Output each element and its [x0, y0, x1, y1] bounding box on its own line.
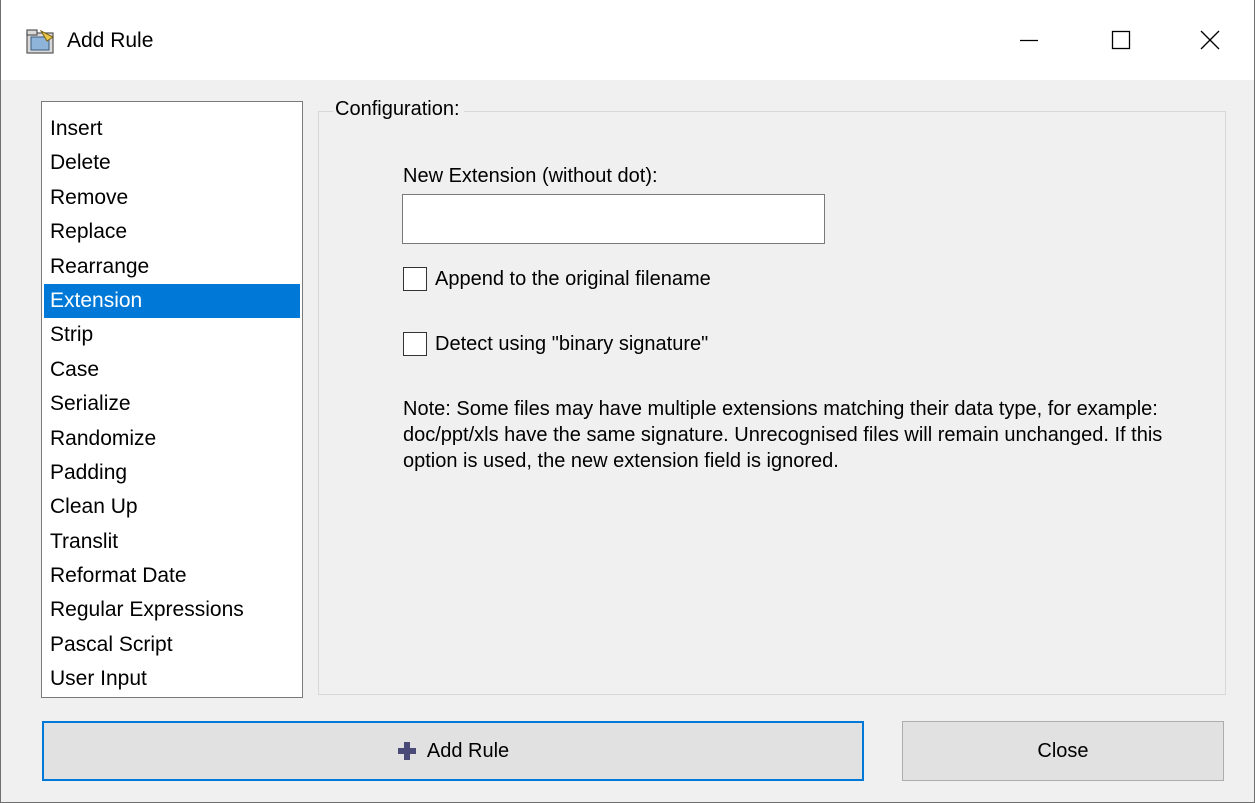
detect-signature-checkbox-label[interactable]: Detect using "binary signature" [435, 331, 708, 357]
close-button-label: Close [1037, 739, 1089, 762]
rule-type-list[interactable]: Insert Delete Remove Replace Rearrange Extens… [41, 101, 303, 698]
maximize-button[interactable] [1075, 0, 1167, 80]
append-checkbox[interactable] [403, 267, 427, 291]
new-extension-input[interactable] [402, 194, 825, 244]
rule-item-clean-up[interactable]: Clean Up [44, 490, 300, 524]
rule-item-strip[interactable]: Strip [44, 318, 300, 352]
rule-item-translit[interactable]: Translit [44, 525, 300, 559]
detect-signature-checkbox-row[interactable]: Detect using "binary signature" [403, 331, 708, 357]
rule-item-regular-expressions[interactable]: Regular Expressions [44, 593, 300, 627]
close-icon [1200, 30, 1220, 50]
rule-item-rearrange[interactable]: Rearrange [44, 250, 300, 284]
close-button[interactable]: Close [902, 721, 1224, 781]
note-text: Note: Some files may have multiple exten… [403, 398, 1163, 472]
configuration-legend: Configuration: [333, 96, 464, 122]
append-checkbox-label[interactable]: Append to the original filename [435, 266, 711, 292]
rule-item-randomize[interactable]: Randomize [44, 422, 300, 456]
minimize-button[interactable] [983, 0, 1075, 80]
rule-item-serialize[interactable]: Serialize [44, 387, 300, 421]
rule-item-remove[interactable]: Remove [44, 181, 300, 215]
maximize-icon [1111, 30, 1131, 50]
close-window-button[interactable] [1164, 0, 1255, 80]
append-checkbox-row[interactable]: Append to the original filename [403, 266, 711, 292]
add-rule-button[interactable]: Add Rule [42, 721, 864, 781]
rule-item-extension[interactable]: Extension [44, 283, 300, 319]
add-rule-button-label: Add Rule [426, 739, 510, 762]
rule-item-pascal-script[interactable]: Pascal Script [44, 628, 300, 662]
rule-item-reformat-date[interactable]: Reformat Date [44, 559, 300, 593]
detect-signature-checkbox[interactable] [403, 332, 427, 356]
rule-item-insert[interactable]: Insert [44, 112, 300, 146]
rule-item-user-input[interactable]: User Input [44, 662, 300, 696]
add-rule-dialog: Add Rule Insert Delete Remove Replace Rearra… [0, 0, 1255, 803]
window-title: Add Rule [67, 29, 154, 52]
rule-item-padding[interactable]: Padding [44, 456, 300, 490]
new-extension-label: New Extension (without dot): [403, 165, 658, 187]
rule-item-case[interactable]: Case [44, 353, 300, 387]
plus-icon [397, 742, 416, 760]
rule-item-replace[interactable]: Replace [44, 215, 300, 249]
title-bar[interactable]: Add Rule [1, 0, 1254, 80]
rule-item-delete[interactable]: Delete [44, 146, 300, 180]
rules-folder-icon [26, 29, 54, 54]
minimize-icon [1020, 39, 1038, 42]
